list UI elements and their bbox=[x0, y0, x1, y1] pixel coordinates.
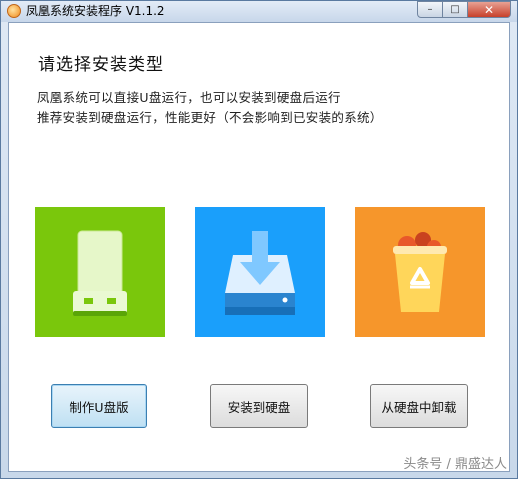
close-button[interactable]: ✕ bbox=[468, 1, 511, 18]
watermark-text: 头条号 / 鼎盛达人 bbox=[403, 457, 507, 472]
description-line-1: 凤凰系统可以直接U盘运行，也可以安装到硬盘后运行 bbox=[37, 90, 341, 105]
disk-install-option-tile[interactable] bbox=[195, 207, 325, 337]
uninstall-from-disk-button[interactable]: 从硬盘中卸载 bbox=[370, 384, 468, 428]
description-line-2: 推荐安装到硬盘运行，性能更好（不会影响到已安装的系统） bbox=[37, 110, 383, 125]
content-area: 请选择安装类型 凤凰系统可以直接U盘运行，也可以安装到硬盘后运行 推荐安装到硬盘… bbox=[8, 22, 510, 472]
install-to-disk-button[interactable]: 安装到硬盘 bbox=[210, 384, 308, 428]
install-to-disk-icon bbox=[225, 231, 295, 315]
window-title: 凤凰系统安装程序 V1.1.2 bbox=[26, 4, 165, 18]
page-title: 请选择安装类型 bbox=[38, 55, 164, 75]
installer-window: 凤凰系统安装程序 V1.1.2 – □ ✕ 请选择安装类型 凤凰系统可以直接U盘… bbox=[0, 0, 518, 479]
uninstall-option-tile[interactable] bbox=[355, 207, 485, 337]
title-bar[interactable]: 凤凰系统安装程序 V1.1.2 – □ ✕ bbox=[1, 1, 517, 22]
usb-option-tile[interactable] bbox=[35, 207, 165, 337]
phoenix-app-icon bbox=[7, 4, 21, 18]
make-usb-version-button[interactable]: 制作U盘版 bbox=[51, 384, 147, 428]
minimize-button[interactable]: – bbox=[417, 1, 443, 18]
maximize-button[interactable]: □ bbox=[443, 1, 468, 18]
window-controls: – □ ✕ bbox=[417, 1, 511, 20]
recycle-bin-icon bbox=[393, 232, 447, 312]
usb-drive-icon bbox=[73, 230, 127, 316]
